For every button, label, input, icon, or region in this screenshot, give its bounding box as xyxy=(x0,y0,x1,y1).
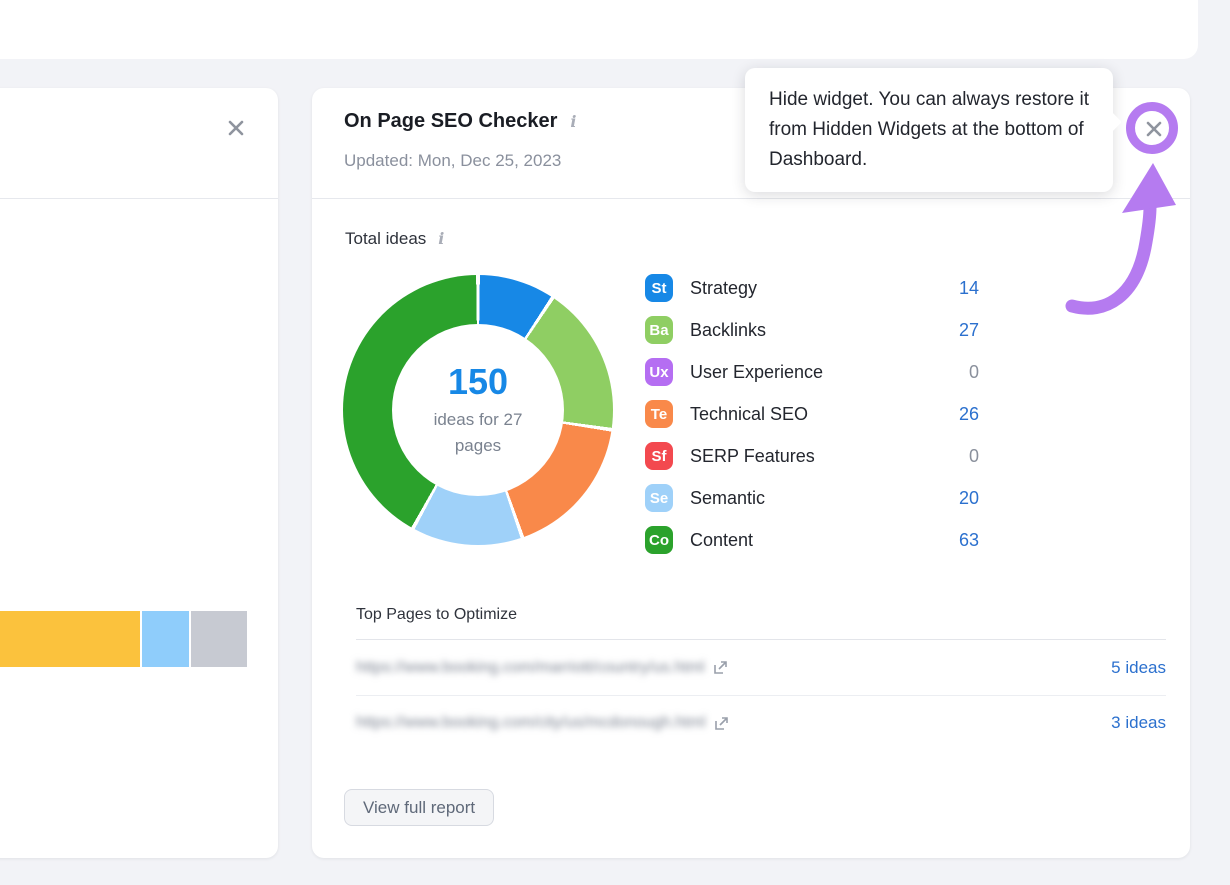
serp-features-badge-icon: Sf xyxy=(645,442,673,470)
highlight-circle-annotation xyxy=(1126,102,1178,154)
legend-count-link[interactable]: 20 xyxy=(959,488,979,509)
legend-item-technical-seo: Te Technical SEO 26 xyxy=(645,400,979,428)
content-badge-icon: Co xyxy=(645,526,673,554)
divider xyxy=(0,198,278,199)
legend-label: Content xyxy=(690,530,753,551)
donut-chart[interactable]: 150 ideas for 27 pages xyxy=(343,275,613,545)
total-ideas-label: Total ideas xyxy=(345,229,426,249)
divider xyxy=(312,198,1190,199)
legend-label: Strategy xyxy=(690,278,757,299)
legend-label: Semantic xyxy=(690,488,765,509)
external-link-icon[interactable] xyxy=(714,716,729,731)
info-icon[interactable]: i xyxy=(438,229,444,248)
backlinks-badge-icon: Ba xyxy=(645,316,673,344)
page-url-blurred[interactable]: https://www.booking.com/city/us/mcdonoug… xyxy=(356,714,706,732)
legend-item-user-experience: Ux User Experience 0 xyxy=(645,358,979,386)
on-page-seo-checker-widget: On Page SEO Checker i Updated: Mon, Dec … xyxy=(312,88,1190,858)
semantic-badge-icon: Se xyxy=(645,484,673,512)
widget-title: On Page SEO Checker xyxy=(344,110,557,133)
ideas-count-link[interactable]: 5 ideas xyxy=(1111,658,1166,678)
partial-widget-left xyxy=(0,88,278,858)
bar-segment xyxy=(0,611,140,667)
close-widget-button[interactable] xyxy=(225,117,247,139)
legend-count-link[interactable]: 27 xyxy=(959,320,979,341)
top-page-row: https://www.booking.com/marriott/country… xyxy=(356,640,1166,695)
close-icon xyxy=(225,117,247,139)
legend-item-strategy: St Strategy 14 xyxy=(645,274,979,302)
hide-widget-tooltip: Hide widget. You can always restore it f… xyxy=(745,68,1113,192)
strategy-badge-icon: St xyxy=(645,274,673,302)
tooltip-text: Hide widget. You can always restore it f… xyxy=(769,89,1089,170)
info-icon[interactable]: i xyxy=(570,112,576,131)
partial-widget-top xyxy=(0,0,1198,59)
legend-count-link[interactable]: 14 xyxy=(959,278,979,299)
total-ideas-value: 150 xyxy=(448,361,508,403)
legend-label: SERP Features xyxy=(690,446,815,467)
ideas-count-link[interactable]: 3 ideas xyxy=(1111,713,1166,733)
legend-label: Technical SEO xyxy=(690,404,808,425)
top-pages-title: Top Pages to Optimize xyxy=(356,606,517,624)
legend-count-link[interactable]: 63 xyxy=(959,530,979,551)
legend-count: 0 xyxy=(969,362,979,383)
legend-item-backlinks: Ba Backlinks 27 xyxy=(645,316,979,344)
top-pages-list: https://www.booking.com/marriott/country… xyxy=(356,639,1166,750)
technical-seo-badge-icon: Te xyxy=(645,400,673,428)
top-page-row: https://www.booking.com/city/us/mcdonoug… xyxy=(356,695,1166,750)
total-ideas-sublabel: ideas for 27 pages xyxy=(413,407,543,459)
view-full-report-button[interactable]: View full report xyxy=(344,789,494,826)
legend-item-serp-features: Sf SERP Features 0 xyxy=(645,442,979,470)
legend-label: User Experience xyxy=(690,362,823,383)
donut-center: 150 ideas for 27 pages xyxy=(392,324,564,496)
page-url-blurred[interactable]: https://www.booking.com/marriott/country… xyxy=(356,659,705,677)
updated-date: Updated: Mon, Dec 25, 2023 xyxy=(344,151,561,171)
bar-segment xyxy=(142,611,189,667)
legend-item-semantic: Se Semantic 20 xyxy=(645,484,979,512)
bar-segment xyxy=(191,611,247,667)
legend-count-link[interactable]: 26 xyxy=(959,404,979,425)
legend-item-content: Co Content 63 xyxy=(645,526,979,554)
stacked-bar xyxy=(0,611,247,667)
legend-count: 0 xyxy=(969,446,979,467)
total-ideas-row: Total ideas i xyxy=(345,229,444,249)
widget-title-row: On Page SEO Checker i xyxy=(344,110,577,133)
external-link-icon[interactable] xyxy=(713,660,728,675)
legend-label: Backlinks xyxy=(690,320,766,341)
ideas-legend: St Strategy 14 Ba Backlinks 27 Ux User E… xyxy=(645,274,979,568)
user-experience-badge-icon: Ux xyxy=(645,358,673,386)
